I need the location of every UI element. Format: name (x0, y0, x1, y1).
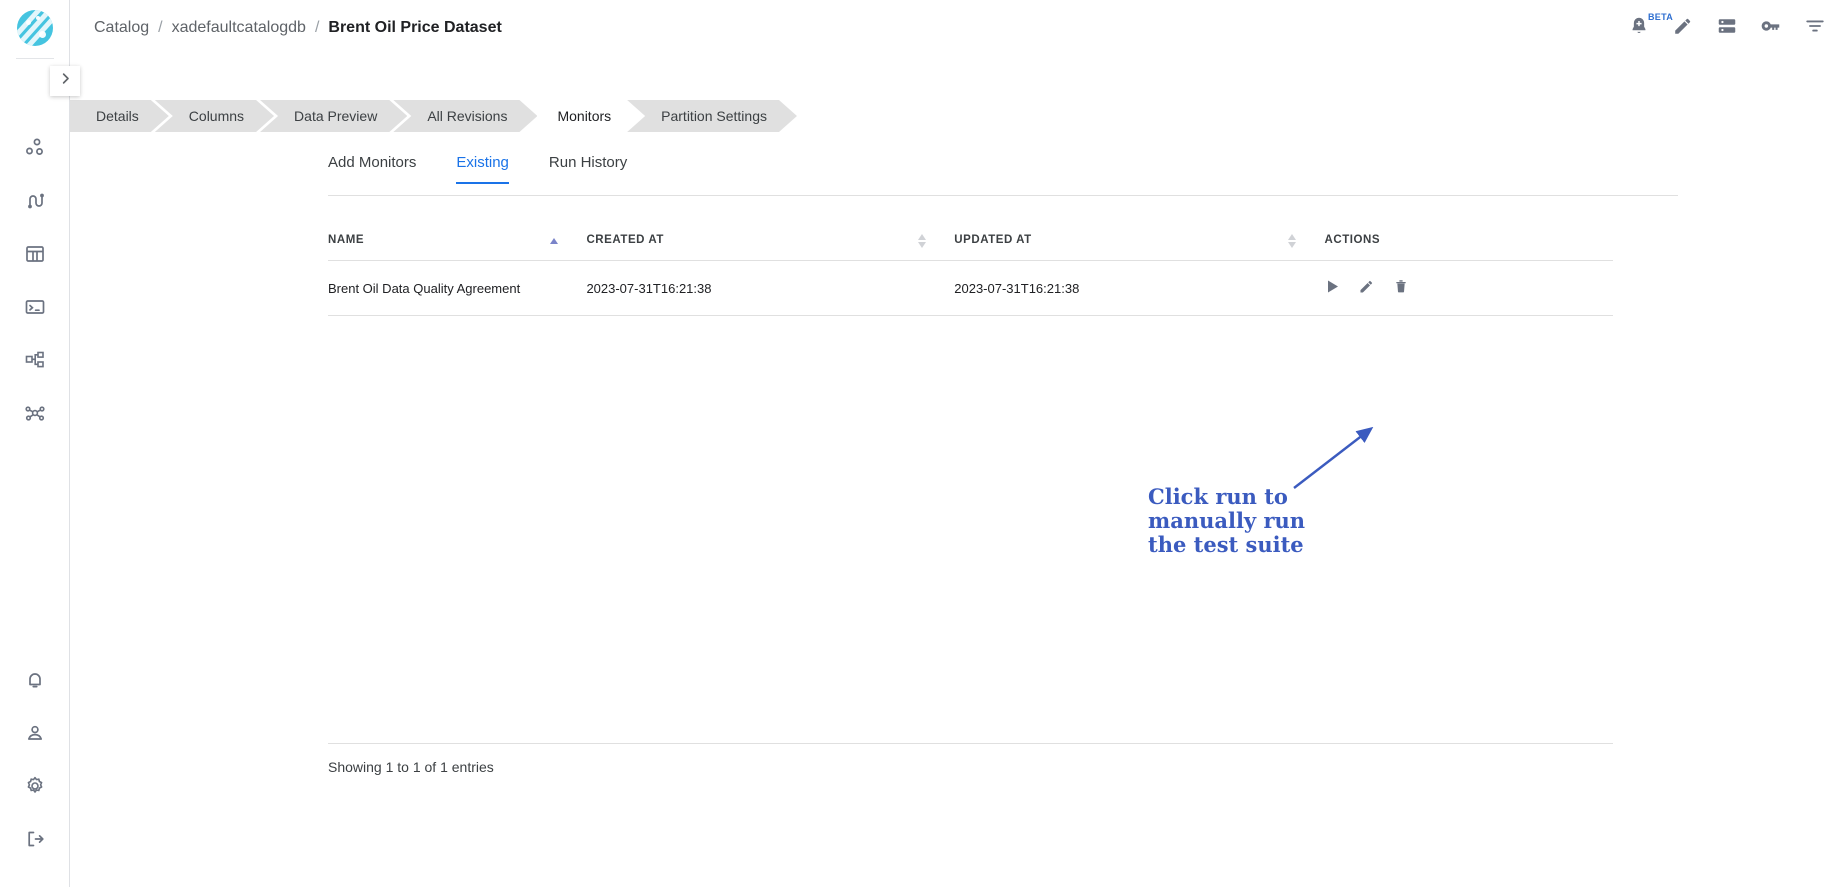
edit-monitor-button[interactable] (1358, 278, 1375, 298)
play-icon (1326, 279, 1340, 297)
key-icon (1760, 15, 1782, 42)
user-icon (23, 721, 47, 745)
table-row[interactable]: Brent Oil Data Quality Agreement 2023-07… (328, 260, 1613, 316)
column-header-created-at[interactable]: CREATED AT (586, 222, 955, 261)
sidebar-item-profile[interactable] (0, 706, 70, 759)
terminal-icon (23, 295, 47, 319)
sidebar-item-lineage[interactable] (0, 386, 70, 439)
sidebar-item-catalog[interactable] (0, 227, 70, 280)
tab-monitors[interactable]: Monitors (523, 100, 641, 132)
app-root: Catalog / xadefaultcatalogdb / Brent Oil… (0, 0, 1848, 887)
app-logo[interactable] (0, 0, 70, 56)
sort-indicator-name[interactable] (550, 238, 559, 244)
tab-label: Monitors (557, 108, 612, 124)
header-actions: BETA (1628, 12, 1826, 42)
tab-label: Details (96, 108, 139, 124)
permissions-button[interactable] (1760, 15, 1782, 42)
tab-details[interactable]: Details (70, 100, 169, 132)
cell-name: Brent Oil Data Quality Agreement (328, 260, 587, 316)
monitors-table-wrap: NAME CREATED AT UPDATED AT ACTIONS Brent… (328, 222, 1613, 316)
tab-label: All Revisions (427, 108, 508, 124)
bell-plus-icon (1628, 15, 1650, 42)
subtab-run-history[interactable]: Run History (549, 154, 627, 183)
sidebar-item-clusters[interactable] (0, 121, 70, 174)
sidebar-item-settings[interactable] (0, 759, 70, 812)
sidebar-bottom-nav (0, 653, 70, 865)
sidebar-item-notifications[interactable] (0, 653, 70, 706)
server-icon (1716, 15, 1738, 42)
column-label: UPDATED AT (954, 234, 1032, 246)
cell-created-at: 2023-07-31T16:21:38 (586, 260, 955, 316)
logo-mark (16, 10, 53, 46)
top-header: Catalog / xadefaultcatalogdb / Brent Oil… (70, 0, 1848, 56)
row-actions (1324, 278, 1613, 298)
cell-actions (1324, 260, 1613, 316)
column-header-updated-at[interactable]: UPDATED AT (954, 222, 1325, 261)
filter-button[interactable] (1804, 15, 1826, 42)
breadcrumb-item-database[interactable]: xadefaultcatalogdb (172, 19, 306, 37)
notifications-beta-button[interactable]: BETA (1628, 12, 1673, 42)
column-label: CREATED AT (586, 234, 664, 246)
tab-partition-settings[interactable]: Partition Settings (627, 100, 797, 132)
pencil-icon (1672, 15, 1694, 42)
tab-columns[interactable]: Columns (155, 100, 274, 132)
cell-updated-at: 2023-07-31T16:21:38 (954, 260, 1325, 316)
subtab-label: Existing (456, 154, 509, 171)
pipeline-flow-icon (23, 189, 47, 213)
subtab-existing[interactable]: Existing (456, 154, 509, 184)
cluster-dots-icon (23, 136, 47, 160)
tab-label: Partition Settings (661, 108, 767, 124)
subtab-label: Run History (548, 154, 628, 171)
breadcrumb: Catalog / xadefaultcatalogdb / Brent Oil… (94, 19, 502, 37)
monitors-panel: Add Monitors Existing Run History NAME C… (70, 132, 1848, 887)
dataset-tabs: Details Columns Data Preview All Revisio… (70, 100, 783, 132)
hierarchy-icon (23, 348, 47, 372)
column-label: ACTIONS (1324, 234, 1381, 246)
table-body: Brent Oil Data Quality Agreement 2023-07… (328, 260, 1613, 316)
delete-monitor-button[interactable] (1393, 278, 1409, 298)
table-footer-info: Showing 1 to 1 of 1 entries (328, 743, 1613, 775)
network-graph-icon (23, 401, 47, 425)
bell-icon (23, 668, 47, 692)
monitor-subtabs: Add Monitors Existing Run History (328, 154, 1678, 196)
trash-icon (1393, 278, 1409, 298)
breadcrumb-separator: / (314, 19, 320, 36)
monitors-table: NAME CREATED AT UPDATED AT ACTIONS Brent… (328, 222, 1613, 316)
run-monitor-button[interactable] (1326, 279, 1340, 297)
tab-label: Columns (188, 108, 245, 124)
beta-badge: BETA (1648, 11, 1674, 22)
breadcrumb-item-dataset: Brent Oil Price Dataset (328, 19, 502, 36)
column-header-actions: ACTIONS (1324, 222, 1613, 261)
column-label: NAME (328, 234, 365, 246)
gear-icon (23, 774, 47, 798)
sort-indicator-updated-at[interactable] (1288, 234, 1297, 248)
left-sidebar (0, 0, 70, 887)
sidebar-item-pipelines[interactable] (0, 174, 70, 227)
breadcrumb-item-catalog[interactable]: Catalog (94, 19, 149, 37)
sidebar-top-nav (0, 121, 70, 439)
edit-button[interactable] (1672, 15, 1694, 42)
column-header-name[interactable]: NAME (328, 222, 587, 261)
subtab-add-monitors[interactable]: Add Monitors (328, 154, 416, 183)
pencil-icon (1358, 278, 1375, 298)
subtab-label: Add Monitors (328, 154, 417, 171)
filter-icon (1804, 15, 1826, 42)
breadcrumb-separator: / (158, 19, 163, 36)
sidebar-item-logout[interactable] (0, 812, 70, 865)
sidebar-item-workflows[interactable] (0, 333, 70, 386)
logout-icon (23, 827, 47, 851)
tab-all-revisions[interactable]: All Revisions (393, 100, 537, 132)
annotation-text: Click run to manually run the test suite (1148, 484, 1306, 557)
sidebar-item-console[interactable] (0, 280, 70, 333)
sort-indicator-created-at[interactable] (918, 234, 927, 248)
table-icon (23, 242, 47, 266)
table-head: NAME CREATED AT UPDATED AT ACTIONS (328, 222, 1613, 261)
chevron-right-icon (58, 71, 73, 91)
tab-label: Data Preview (294, 108, 378, 124)
table-header-row: NAME CREATED AT UPDATED AT ACTIONS (328, 222, 1613, 261)
sidebar-expand-button[interactable] (50, 66, 80, 96)
tab-data-preview[interactable]: Data Preview (260, 100, 407, 132)
sidebar-divider (15, 58, 54, 59)
server-button[interactable] (1716, 15, 1738, 42)
